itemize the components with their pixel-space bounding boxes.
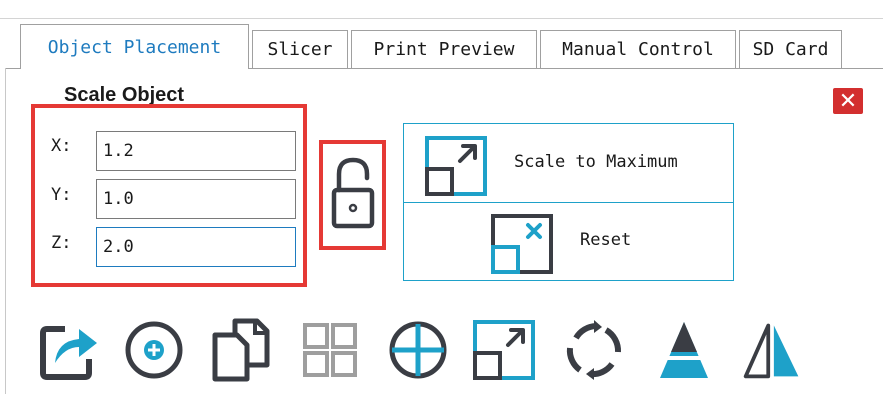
- scale-maximum-icon: [425, 136, 487, 196]
- panel-left-border: [5, 68, 6, 394]
- x-label: X:: [51, 136, 72, 156]
- add-object-icon: [125, 321, 183, 379]
- close-button[interactable]: ✕: [833, 88, 863, 114]
- tab-sd-card[interactable]: SD Card: [739, 30, 842, 68]
- auto-arrange-icon: [303, 323, 357, 377]
- z-scale-input[interactable]: [96, 227, 296, 267]
- scale-to-maximum-button[interactable]: Scale to Maximum: [404, 124, 733, 203]
- auto-arrange-button[interactable]: [298, 315, 362, 385]
- scale-to-maximum-label: Scale to Maximum: [514, 152, 678, 172]
- unlock-icon: [331, 157, 375, 229]
- lock-toggle-button[interactable]: [327, 148, 379, 236]
- mirror-object-button[interactable]: [740, 315, 804, 385]
- rotate-object-button[interactable]: [562, 315, 626, 385]
- tab-slicer[interactable]: Slicer: [252, 30, 348, 68]
- reset-label: Reset: [580, 230, 632, 250]
- copy-objects-button[interactable]: [208, 315, 272, 385]
- scale-object-button[interactable]: [472, 315, 536, 385]
- y-scale-input[interactable]: [96, 179, 296, 219]
- close-icon: ✕: [838, 88, 858, 114]
- reset-button[interactable]: Reset: [404, 202, 733, 280]
- scale-actions-box: Scale to Maximum Reset: [403, 123, 734, 281]
- export-button[interactable]: [38, 315, 102, 385]
- cut-object-icon: [660, 322, 708, 378]
- tab-object-placement[interactable]: Object Placement: [20, 24, 249, 69]
- cut-object-button[interactable]: [652, 315, 716, 385]
- x-scale-input[interactable]: [96, 131, 296, 171]
- tab-manual-control[interactable]: Manual Control: [540, 30, 736, 68]
- y-label: Y:: [51, 185, 72, 205]
- scale-object-icon: [473, 320, 535, 380]
- mirror-object-icon: [743, 323, 799, 379]
- z-label: Z:: [51, 233, 72, 253]
- add-object-button[interactable]: [122, 315, 186, 385]
- reset-scale-icon: [491, 214, 553, 274]
- tab-bar: Object Placement Slicer Print Preview Ma…: [20, 24, 883, 69]
- copy-objects-icon: [212, 318, 270, 382]
- center-object-button[interactable]: [386, 315, 450, 385]
- center-object-icon: [389, 321, 447, 379]
- tab-print-preview[interactable]: Print Preview: [351, 30, 537, 68]
- window-top-strip: [0, 0, 883, 19]
- rotate-object-icon: [566, 320, 622, 380]
- export-icon: [40, 326, 97, 380]
